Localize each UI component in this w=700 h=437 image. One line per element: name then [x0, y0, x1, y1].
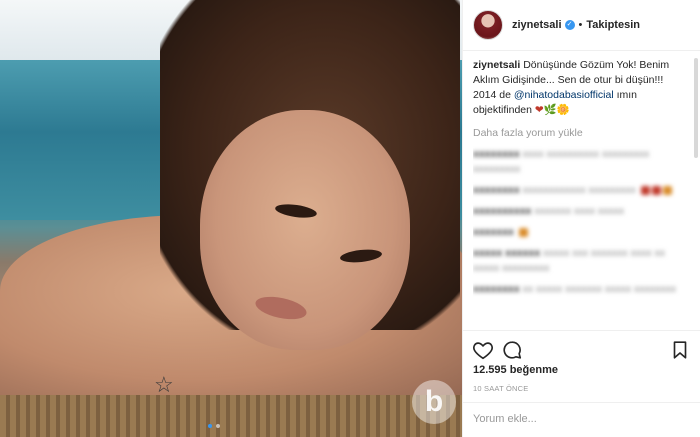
comment-item: xxxxxxxx xxxx xxxxxxxxxx xxxxxxxxx xxxxx…	[473, 147, 687, 177]
likes-count[interactable]: 12.595 beğenme	[473, 364, 558, 376]
header-separator: •	[578, 19, 583, 31]
verified-badge-icon: ✓	[564, 20, 575, 30]
caption-emojis: ❤🌿🌼	[534, 104, 570, 116]
watermark-logo: b	[412, 380, 456, 424]
carousel-dot	[216, 424, 220, 428]
avatar[interactable]	[473, 10, 503, 40]
caption-mention-link[interactable]: @nihatodabasiofficial	[514, 89, 614, 101]
comment-text: xxxxxxx xxxx xxxxx	[534, 205, 625, 217]
comment-item: xxxxxxxx xx xxxxx xxxxxxx xxxxx xxxxxxxx	[473, 282, 687, 297]
comment-item: xxxxx xxxxxx xxxxx xxx xxxxxxx xxxx xx x…	[473, 246, 687, 276]
comment-username[interactable]: xxxxxxx	[473, 226, 514, 238]
post-caption: ziynetsali Dönüşünde Gözüm Yok! Benim Ak…	[473, 58, 687, 118]
bookmark-icon[interactable]	[669, 339, 691, 361]
post-details-panel: ziynetsali ✓ • Takiptesin ziynetsali Dön…	[462, 0, 700, 437]
emoji-icon	[518, 227, 528, 237]
comment-icon[interactable]	[501, 339, 523, 361]
caption-username[interactable]: ziynetsali	[473, 59, 520, 71]
comment-item: xxxxxxxx xxxxxxxxxxxx xxxxxxxxx	[473, 183, 687, 198]
heart-icon[interactable]	[472, 339, 494, 361]
add-comment-bar	[463, 402, 700, 437]
emoji-icon	[651, 185, 661, 195]
comment-username[interactable]: xxxxxxxx	[473, 148, 520, 160]
comment-item: xxxxxxx	[473, 225, 687, 240]
comment-input[interactable]	[473, 413, 673, 425]
post-image[interactable]: ☆ b	[0, 0, 462, 437]
post-header: ziynetsali ✓ • Takiptesin	[463, 0, 700, 51]
comment-username[interactable]: xxxxxxxx	[473, 184, 520, 196]
carousel-dots	[208, 424, 220, 428]
emoji-icon	[662, 185, 672, 195]
emoji-icon	[640, 185, 650, 195]
comment-username[interactable]: xxxxxxxxxx	[473, 205, 531, 217]
comments-scrollbar[interactable]	[694, 58, 698, 158]
comment-item: xxxxxxxxxx xxxxxxx xxxx xxxxx	[473, 204, 687, 219]
star-tattoo-icon: ☆	[154, 372, 174, 397]
load-more-comments-link[interactable]: Daha fazla yorum yükle	[473, 126, 687, 141]
comment-username[interactable]: xxxxxxxx	[473, 283, 520, 295]
comment-text: xx xxxxx xxxxxxx xxxxx xxxxxxxx	[522, 283, 677, 295]
comment-text: xxxxxxxxxxxx xxxxxxxxx	[522, 184, 636, 196]
comment-username[interactable]: xxxxx xxxxxx	[473, 247, 540, 259]
follow-button[interactable]: Takiptesin	[586, 19, 640, 31]
post-timestamp: 10 SAAT ÖNCE	[473, 384, 529, 393]
header-username[interactable]: ziynetsali	[512, 19, 562, 31]
image-table	[0, 395, 462, 437]
comments-list: ziynetsali Dönüşünde Gözüm Yok! Benim Ak…	[473, 58, 687, 320]
carousel-dot-active	[208, 424, 212, 428]
post-actions	[463, 330, 700, 366]
